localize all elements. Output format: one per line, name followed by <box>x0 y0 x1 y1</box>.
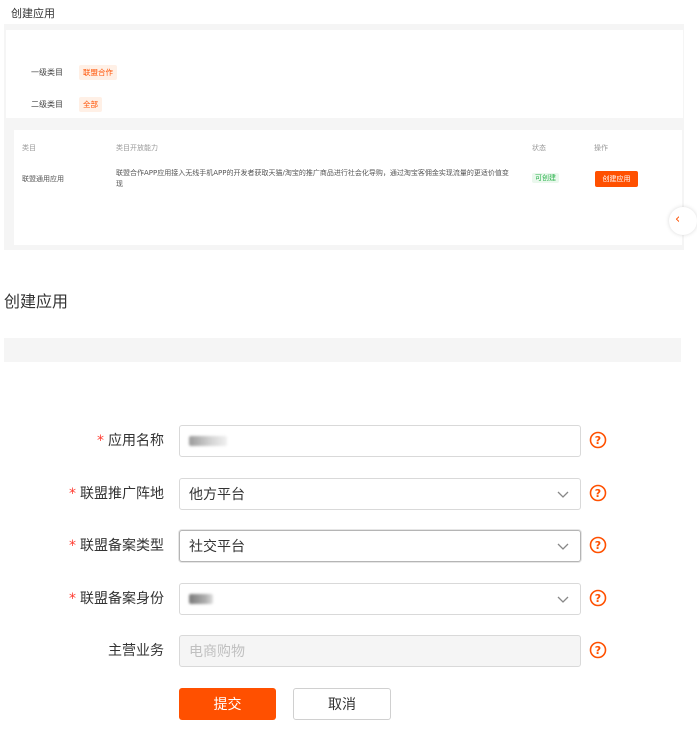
svg-text:?: ? <box>595 644 601 657</box>
primary-category-label: 一级类目 <box>31 68 63 77</box>
ability-text-line2: 现 <box>116 180 123 188</box>
status-badge: 可创建 <box>532 173 559 183</box>
form-row-app-name: * 应用名称 ? <box>0 424 697 458</box>
promotion-position-select[interactable]: 他方平台 <box>179 478 581 510</box>
table-header-ability: 类目开放能力 <box>116 144 158 152</box>
secondary-category-label: 二级类目 <box>31 100 63 109</box>
chevron-down-icon <box>557 596 569 603</box>
filing-identity-label-text: 联盟备案身份 <box>80 591 164 607</box>
filing-identity-select[interactable] <box>179 583 581 615</box>
svg-text:?: ? <box>595 434 601 447</box>
chevron-left-icon: ‹ <box>675 212 681 227</box>
form-row-filing-type: * 联盟备案类型 社交平台 ? <box>0 529 697 563</box>
form-row-promotion-position: * 联盟推广阵地 他方平台 ? <box>0 477 697 511</box>
ability-text-line1: 联盟合作APP应用接入无线手机APP的开发者获取天猫/淘宝的推广商品进行社会化导… <box>116 169 509 177</box>
table-header-status: 状态 <box>532 144 546 152</box>
svg-text:?: ? <box>595 592 601 605</box>
help-circle-icon[interactable]: ? <box>589 431 607 449</box>
help-circle-icon[interactable]: ? <box>589 484 607 502</box>
table-cell-ability: 联盟合作APP应用接入无线手机APP的开发者获取天猫/淘宝的推广商品进行社会化导… <box>116 168 526 190</box>
main-business-placeholder: 电商购物 <box>189 644 245 660</box>
required-mark: * <box>69 486 76 502</box>
category-table: 类目 类目开放能力 状态 操作 联盟通用应用 联盟合作APP应用接入无线手机AP… <box>14 130 682 245</box>
main-business-input: 电商购物 <box>179 635 581 667</box>
required-mark: * <box>69 591 76 607</box>
filing-identity-label: * 联盟备案身份 <box>69 582 164 616</box>
submit-button[interactable]: 提交 <box>179 688 276 720</box>
table-cell-status: 可创建 <box>532 173 559 184</box>
create-app-button[interactable]: 创建应用 <box>595 171 638 187</box>
filing-type-label: * 联盟备案类型 <box>69 529 164 563</box>
primary-category-tag[interactable]: 联盟合作 <box>79 65 117 80</box>
secondary-category-row: 二级类目 全部 <box>8 97 102 112</box>
top-page-title: 创建应用 <box>11 7 55 20</box>
filing-type-select[interactable]: 社交平台 <box>179 530 581 562</box>
help-circle-icon[interactable]: ? <box>589 589 607 607</box>
svg-text:?: ? <box>595 487 601 500</box>
app-name-input[interactable] <box>179 425 581 457</box>
table-header-category: 类目 <box>22 144 36 152</box>
help-circle-icon[interactable]: ? <box>589 641 607 659</box>
side-collapse-button[interactable]: ‹ <box>669 207 697 235</box>
chevron-down-icon <box>557 491 569 498</box>
filing-type-value: 社交平台 <box>189 539 245 555</box>
chevron-down-icon <box>557 543 569 550</box>
promotion-position-value: 他方平台 <box>189 487 245 503</box>
required-mark: * <box>97 433 104 449</box>
required-mark: * <box>69 538 76 554</box>
table-header-action: 操作 <box>594 144 608 152</box>
redacted-value <box>189 594 213 604</box>
help-circle-icon[interactable]: ? <box>589 536 607 554</box>
form-header-bar <box>4 338 681 362</box>
secondary-category-tag[interactable]: 全部 <box>79 97 102 112</box>
cancel-button[interactable]: 取消 <box>293 688 391 720</box>
form-row-main-business: 主营业务 电商购物 ? <box>0 634 697 668</box>
primary-category-row: 一级类目 联盟合作 <box>8 65 117 80</box>
svg-text:?: ? <box>595 539 601 552</box>
form-page-title: 创建应用 <box>4 292 69 311</box>
redacted-value <box>189 436 227 446</box>
form-row-filing-identity: * 联盟备案身份 ? <box>0 582 697 616</box>
promotion-position-label: * 联盟推广阵地 <box>69 477 164 511</box>
promotion-position-label-text: 联盟推广阵地 <box>80 486 164 502</box>
app-name-label-text: 应用名称 <box>108 433 164 449</box>
filing-type-label-text: 联盟备案类型 <box>80 538 164 554</box>
table-cell-category: 联盟通用应用 <box>22 175 64 183</box>
app-name-label: * 应用名称 <box>97 424 164 458</box>
main-business-label: 主营业务 <box>108 643 164 659</box>
